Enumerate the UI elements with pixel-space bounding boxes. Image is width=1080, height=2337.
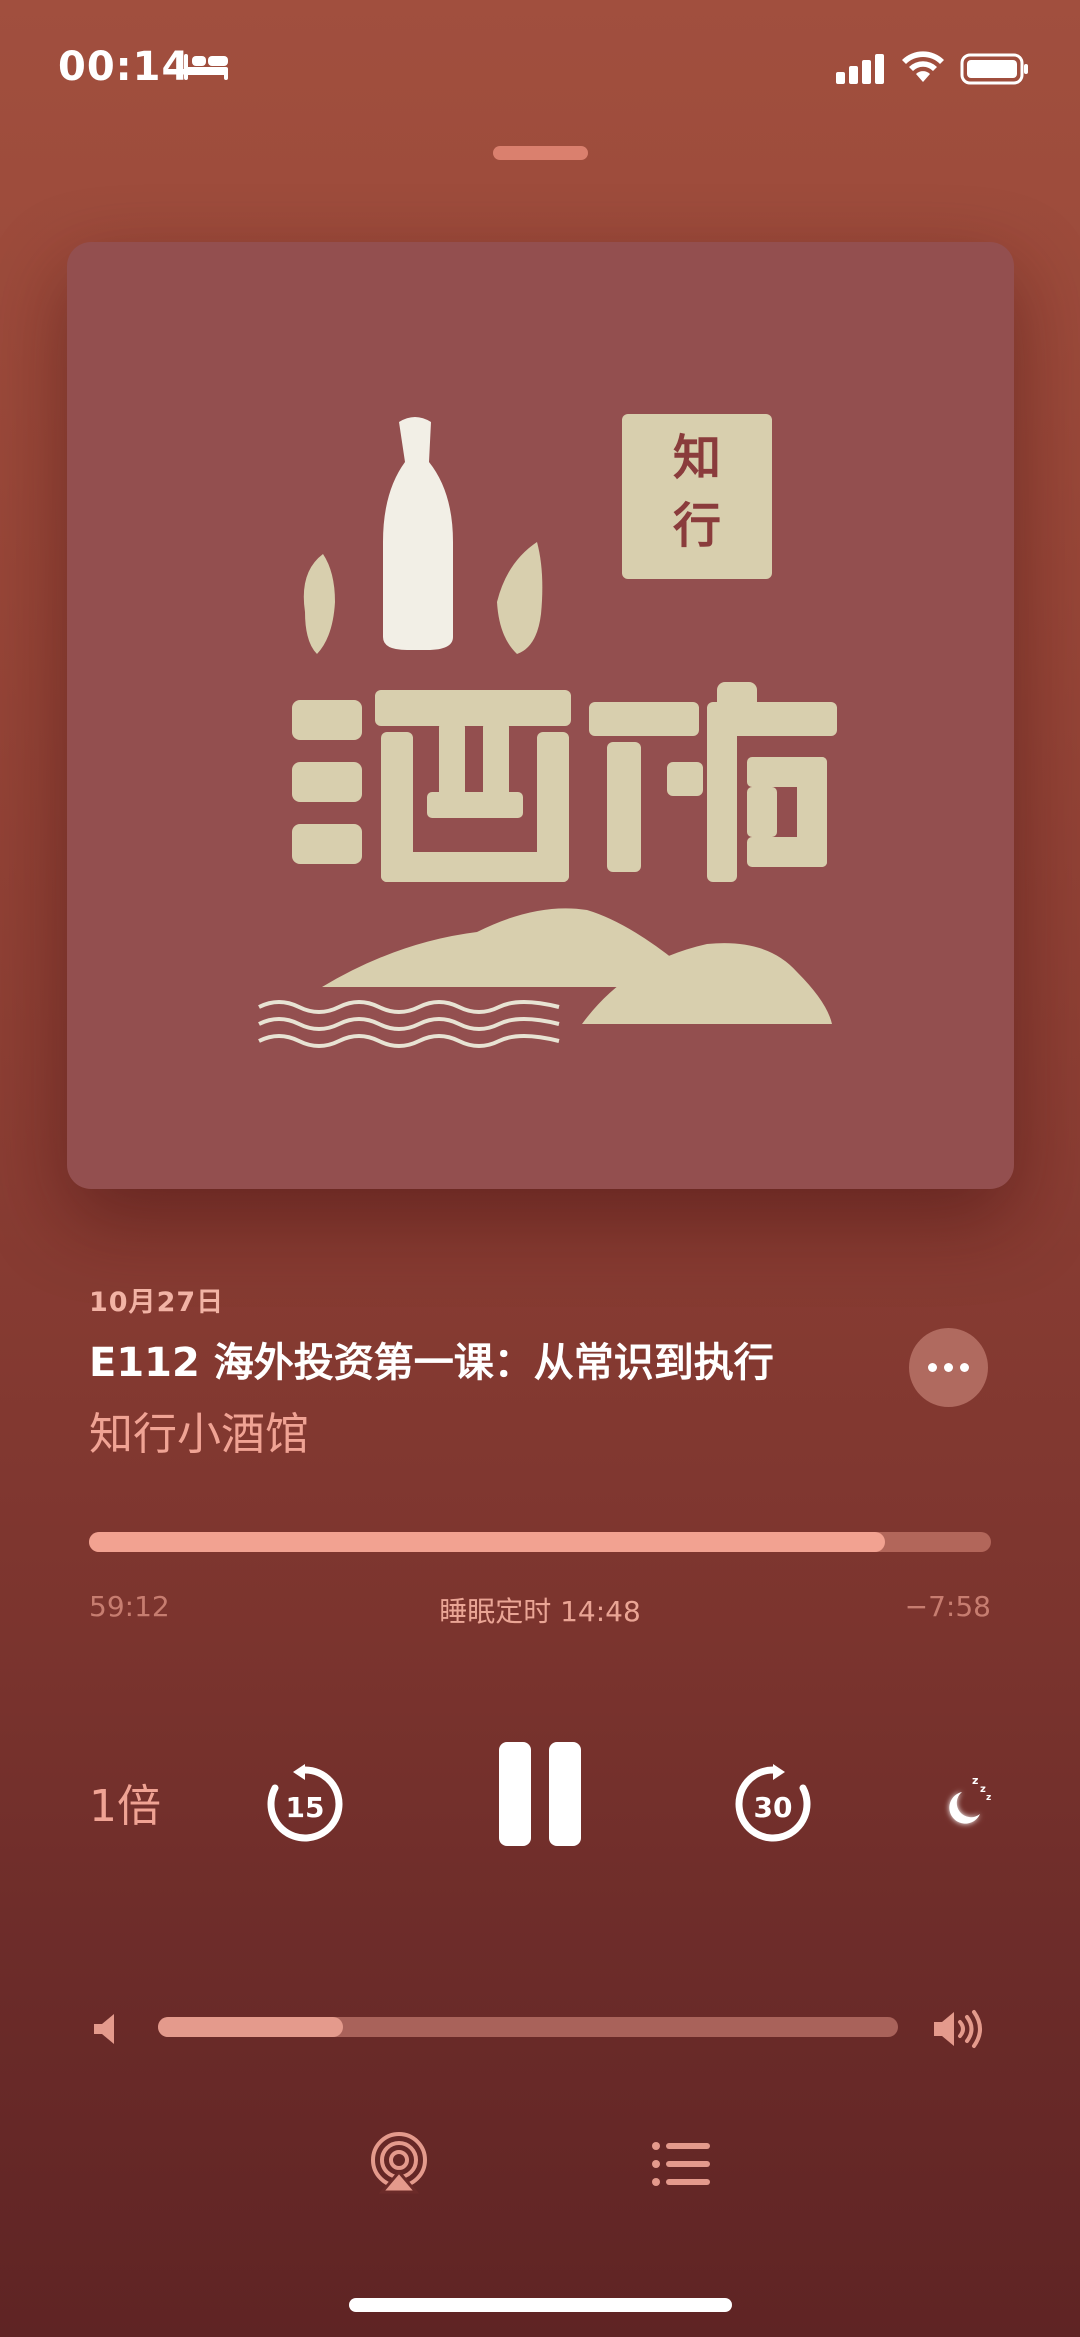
status-time: 00:14 (58, 44, 191, 90)
playback-scrubber[interactable] (89, 1532, 991, 1552)
home-indicator[interactable] (349, 2298, 732, 2312)
podcast-name-link[interactable]: 知行小酒馆 (89, 1398, 309, 1462)
volume-low-icon (94, 2014, 114, 2044)
battery-icon (960, 53, 1028, 85)
podcast-cover-art: 知 行 (67, 242, 1014, 1189)
sleep-timer-moon-icon[interactable]: z z z (940, 1770, 996, 1830)
status-bar: 00:14 (0, 0, 1080, 140)
signal-icon (836, 54, 884, 84)
ellipsis-icon (928, 1363, 937, 1372)
wifi-icon (902, 51, 944, 82)
queue-list-button[interactable] (650, 2140, 712, 2188)
volume-level-fill (158, 2017, 343, 2037)
time-remaining: −7:58 (904, 1590, 991, 1623)
skip-back-label: 15 (286, 1791, 325, 1824)
cover-art-illustration: 知 行 (258, 414, 837, 1048)
scrubber-progress-fill (89, 1532, 885, 1552)
episode-title[interactable]: E112 海外投资第一课：从常识到执行 (89, 1330, 874, 1388)
cover-small-text-2: 行 (673, 498, 721, 554)
volume-slider[interactable] (158, 2017, 898, 2037)
svg-text:z: z (986, 1793, 991, 1803)
skip-back-15-button[interactable]: 15 (263, 1762, 347, 1846)
sheet-grabber[interactable] (493, 146, 588, 160)
skip-forward-label: 30 (754, 1791, 793, 1824)
bed-icon (184, 54, 228, 80)
volume-high-icon (934, 2010, 982, 2048)
more-options-button[interactable] (909, 1328, 988, 1407)
pause-button[interactable] (495, 1738, 585, 1850)
skip-forward-30-button[interactable]: 30 (731, 1762, 815, 1846)
cover-small-text-1: 知 (673, 430, 721, 486)
svg-text:z: z (972, 1774, 978, 1787)
playback-speed-button[interactable]: 1倍 (89, 1770, 161, 1834)
episode-date: 10月27日 (89, 1287, 225, 1318)
airplay-button[interactable] (368, 2132, 430, 2194)
